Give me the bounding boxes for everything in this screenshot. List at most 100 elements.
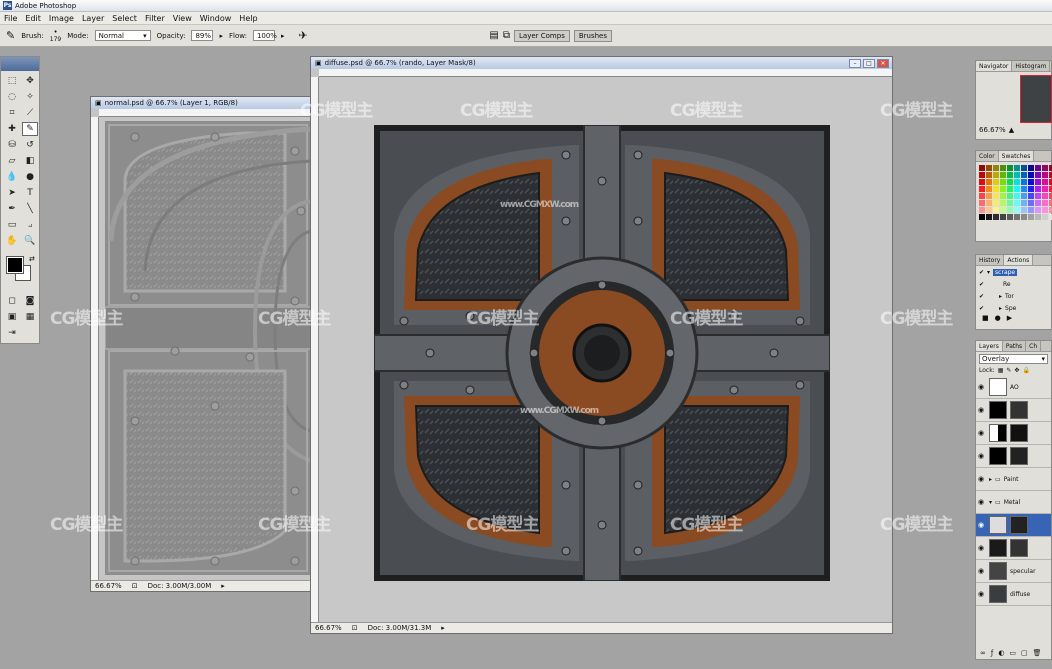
swatch[interactable]	[1042, 200, 1048, 206]
swatch[interactable]	[993, 200, 999, 206]
swatch[interactable]	[993, 214, 999, 220]
layer-row[interactable]: ◉ specular	[976, 560, 1051, 583]
swatch[interactable]	[1021, 172, 1027, 178]
flow-arrow-icon[interactable]: ▸	[281, 32, 285, 40]
swatch[interactable]	[979, 179, 985, 185]
tab-paths[interactable]: Paths	[1003, 341, 1027, 351]
swatch[interactable]	[1042, 179, 1048, 185]
history-brush-icon[interactable]: ↺	[22, 138, 38, 152]
swatch[interactable]	[1000, 214, 1006, 220]
lock-transparency-icon[interactable]: ▦	[998, 367, 1004, 374]
swatch[interactable]	[986, 179, 992, 185]
navigator-zoom[interactable]: 66.67%	[979, 126, 1006, 134]
swatch[interactable]	[993, 172, 999, 178]
swatch[interactable]	[1042, 186, 1048, 192]
swatch[interactable]	[1007, 214, 1013, 220]
swatch[interactable]	[1014, 165, 1020, 171]
swatch[interactable]	[1000, 207, 1006, 213]
zoom-tool-icon[interactable]: 🔍	[22, 234, 38, 248]
layer-row[interactable]: ◉ diffuse	[976, 583, 1051, 606]
action-item[interactable]: ✔ ▸ Spe	[976, 302, 1051, 314]
slice-tool-icon[interactable]: ⟋	[22, 106, 38, 120]
lock-all-icon[interactable]: 🔒	[1022, 367, 1029, 374]
foreground-color-swatch[interactable]	[6, 256, 24, 274]
hand-tool-icon[interactable]: ✋	[4, 234, 20, 248]
record-button-icon[interactable]: ●	[995, 314, 1001, 322]
flow-field[interactable]: 100%	[252, 30, 277, 41]
swatch[interactable]	[1014, 186, 1020, 192]
swatch[interactable]	[1035, 214, 1041, 220]
tab-channels[interactable]: Ch	[1026, 341, 1042, 351]
quick-mask-icon[interactable]: ◙	[22, 294, 38, 308]
layer-mask-icon[interactable]: ◐	[998, 649, 1004, 657]
navigator-preview[interactable]	[1020, 75, 1052, 123]
healing-brush-icon[interactable]: ✚	[4, 122, 20, 136]
swatch[interactable]	[1000, 200, 1006, 206]
swatch[interactable]	[1000, 165, 1006, 171]
swatch[interactable]	[1042, 172, 1048, 178]
new-layer-icon[interactable]: ▢	[1021, 649, 1028, 657]
swatch[interactable]	[979, 193, 985, 199]
action-item[interactable]: ✔ ▾ scrape	[976, 266, 1051, 278]
swatch[interactable]	[1042, 207, 1048, 213]
swatch[interactable]	[1007, 200, 1013, 206]
swatch[interactable]	[1014, 200, 1020, 206]
eye-icon[interactable]: ◉	[978, 452, 986, 460]
swatch[interactable]	[979, 214, 985, 220]
menu-image[interactable]: Image	[49, 14, 74, 23]
swatch[interactable]	[979, 207, 985, 213]
swatch[interactable]	[993, 165, 999, 171]
swatch[interactable]	[1000, 172, 1006, 178]
menu-file[interactable]: File	[4, 14, 17, 23]
swatch[interactable]	[1035, 200, 1041, 206]
swatch[interactable]	[1035, 207, 1041, 213]
normal-document-titlebar[interactable]: ▣ normal.psd @ 66.7% (Layer 1, RGB/8)	[91, 97, 311, 109]
tab-color[interactable]: Color	[976, 151, 999, 161]
eye-icon[interactable]: ◉	[978, 521, 986, 529]
normal-map-canvas[interactable]	[105, 121, 311, 575]
diffuse-zoom-value[interactable]: 66.67%	[315, 624, 342, 632]
swatch[interactable]	[986, 172, 992, 178]
brush-tool-icon[interactable]: ✎	[22, 122, 38, 136]
eye-icon[interactable]: ◉	[978, 406, 986, 414]
menu-filter[interactable]: Filter	[145, 14, 165, 23]
jump-to-imageready-icon[interactable]: ⇥	[4, 326, 20, 340]
layer-row[interactable]: ◉	[976, 537, 1051, 560]
swatch[interactable]	[1007, 165, 1013, 171]
lock-move-icon[interactable]: ✥	[1014, 367, 1019, 374]
move-tool-icon[interactable]: ✥	[22, 74, 38, 88]
swatch[interactable]	[1007, 172, 1013, 178]
menu-select[interactable]: Select	[112, 14, 137, 23]
swatch[interactable]	[1035, 165, 1041, 171]
tab-histogram[interactable]: Histogram	[1012, 61, 1051, 71]
swatch[interactable]	[1042, 193, 1048, 199]
diffuse-document-titlebar[interactable]: ▣ diffuse.psd @ 66.7% (rando, Layer Mask…	[311, 57, 892, 69]
swatch[interactable]	[1028, 214, 1034, 220]
swatch[interactable]	[1007, 193, 1013, 199]
swatch[interactable]	[1035, 193, 1041, 199]
swatch[interactable]	[1021, 165, 1027, 171]
dodge-tool-icon[interactable]: ●	[22, 170, 38, 184]
swatch[interactable]	[1028, 165, 1034, 171]
stop-button-icon[interactable]: ■	[982, 314, 989, 322]
swatch[interactable]	[1000, 193, 1006, 199]
new-group-icon[interactable]: ▭	[1009, 649, 1016, 657]
swatch[interactable]	[1021, 186, 1027, 192]
swatch[interactable]	[986, 165, 992, 171]
swatch[interactable]	[1028, 193, 1034, 199]
swatch[interactable]	[1021, 207, 1027, 213]
swatch-grid[interactable]	[976, 162, 1052, 223]
layer-row[interactable]: ◉	[976, 445, 1051, 468]
brush-preset-picker[interactable]: • 179	[50, 28, 61, 43]
opacity-arrow-icon[interactable]: ▸	[219, 32, 223, 40]
vertical-ruler[interactable]	[311, 77, 319, 622]
blur-tool-icon[interactable]: 💧	[4, 170, 20, 184]
layer-group-row[interactable]: ◉ ▸ ▭ Paint	[976, 468, 1051, 491]
swatch[interactable]	[1007, 186, 1013, 192]
swatch[interactable]	[986, 186, 992, 192]
swatch[interactable]	[1014, 179, 1020, 185]
brush-tool-icon[interactable]: ✎	[6, 29, 15, 42]
menu-layer[interactable]: Layer	[82, 14, 104, 23]
toolbox-header[interactable]	[1, 57, 39, 71]
swatch[interactable]	[1028, 186, 1034, 192]
